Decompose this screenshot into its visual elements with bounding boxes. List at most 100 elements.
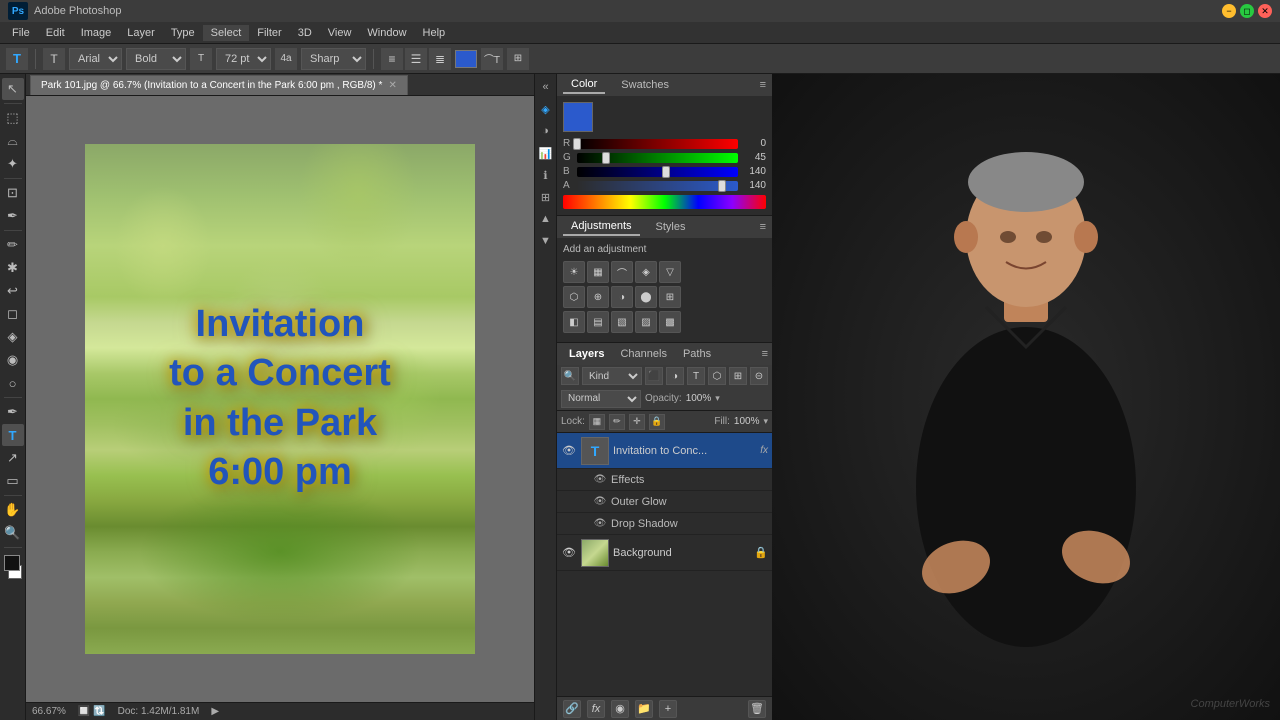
text-layer-visibility[interactable]: 👁 [561,443,577,459]
history-brush-tool[interactable]: ↩ [2,280,24,302]
posterize-icon[interactable]: ▤ [587,311,609,333]
b-slider-thumb[interactable] [662,166,670,178]
adjustments-tab[interactable]: Adjustments [563,218,640,236]
strip-adj-icon[interactable]: ◑ [537,122,555,140]
eraser-tool[interactable]: ◻ [2,303,24,325]
warp-text-icon[interactable]: ⌒T [481,48,503,70]
title-controls[interactable]: − ◻ ✕ [1222,4,1272,18]
strip-nav-icon[interactable]: ⊞ [537,188,555,206]
layers-tab[interactable]: Layers [561,346,612,362]
menu-type[interactable]: Type [163,25,203,41]
layers-panel-menu[interactable]: ≡ [762,348,768,360]
shape-filter-icon[interactable]: ⬡ [708,367,726,385]
lock-transparent-icon[interactable]: ▦ [589,414,605,430]
drop-shadow-item[interactable]: 👁 Drop Shadow [557,513,772,535]
align-right-icon[interactable]: ≣ [429,48,451,70]
zoom-tool[interactable]: 🔍 [2,522,24,544]
menu-3d[interactable]: 3D [290,25,320,41]
magic-wand-tool[interactable]: ✦ [2,153,24,175]
strip-hist-icon[interactable]: 📊 [537,144,555,162]
blur-tool[interactable]: ◉ [2,349,24,371]
path-selection-tool[interactable]: ↗ [2,447,24,469]
move-tool[interactable]: ↖ [2,78,24,100]
vibrance-icon[interactable]: ▽ [659,261,681,283]
align-left-icon[interactable]: ≡ [381,48,403,70]
font-size-select[interactable]: 72 pt [216,48,271,70]
adjustment-filter-icon[interactable]: ◑ [666,367,684,385]
filter-select[interactable]: Kind [582,367,642,385]
drop-shadow-visibility-icon[interactable]: 👁 [593,517,607,531]
character-panel-icon[interactable]: ⊞ [507,48,529,70]
r-slider-thumb[interactable] [573,138,581,150]
color-panel-header[interactable]: Color Swatches ≡ [557,74,772,96]
document-tab[interactable]: Park 101.jpg @ 66.7% (Invitation to a Co… [30,75,408,95]
adj-panel-menu[interactable]: ≡ [760,221,766,233]
advance-arrow[interactable]: ▶ [211,706,219,717]
brush-tool[interactable]: ✏ [2,234,24,256]
clone-stamp-tool[interactable]: ✱ [2,257,24,279]
opacity-arrow[interactable]: ▾ [715,393,720,404]
color-panel-menu[interactable]: ≡ [760,79,766,91]
marquee-tool[interactable]: ⬚ [2,107,24,129]
close-button[interactable]: ✕ [1258,4,1272,18]
lock-paint-icon[interactable]: ✏ [609,414,625,430]
adjustments-panel-header[interactable]: Adjustments Styles ≡ [557,216,772,238]
brightness-icon[interactable]: ☀ [563,261,585,283]
selective-color-icon[interactable]: ▩ [659,311,681,333]
b-slider-track[interactable] [577,167,738,177]
blend-mode-select[interactable]: Normal [561,390,641,408]
levels-icon[interactable]: ▦ [587,261,609,283]
r-slider-track[interactable] [577,139,738,149]
outer-glow-visibility-icon[interactable]: 👁 [593,495,607,509]
color-swatch-large[interactable] [563,102,593,132]
effects-visibility-icon[interactable]: 👁 [593,473,607,487]
dodge-tool[interactable]: ○ [2,372,24,394]
gradient-tool[interactable]: ◈ [2,326,24,348]
background-layer[interactable]: 👁 Background 🔒 [557,535,772,571]
text-color-swatch[interactable] [455,50,477,68]
strip-info-icon[interactable]: ℹ [537,166,555,184]
paths-tab[interactable]: Paths [675,346,719,362]
gradient-map-icon[interactable]: ▨ [635,311,657,333]
lock-all-icon[interactable]: 🔒 [649,414,665,430]
menu-help[interactable]: Help [415,25,454,41]
type-filter-icon[interactable]: T [687,367,705,385]
invert-icon[interactable]: ◧ [563,311,585,333]
maximize-button[interactable]: ◻ [1240,4,1254,18]
strip-top-icon[interactable]: « [537,78,555,96]
tool-presets-icon[interactable]: T [6,48,28,70]
g-slider-track[interactable] [577,153,738,163]
menu-layer[interactable]: Layer [119,25,163,41]
color-tab[interactable]: Color [563,76,605,94]
filter-toggle[interactable]: ⊝ [750,367,768,385]
curves-icon[interactable]: ⌒ [611,261,633,283]
menu-window[interactable]: Window [359,25,414,41]
text-layer-fx[interactable]: fx [760,445,768,456]
filter-icon[interactable]: 🔍 [561,367,579,385]
bg-layer-visibility[interactable]: 👁 [561,545,577,561]
photo-filter-icon[interactable]: ⬤ [635,286,657,308]
delete-layer-button[interactable]: 🗑 [748,700,766,718]
fill-arrow[interactable]: ▾ [763,416,768,427]
color-spectrum[interactable] [563,195,766,209]
minimize-button[interactable]: − [1222,4,1236,18]
status-icons[interactable]: 🔲 🔃 [78,706,106,717]
new-group-button[interactable]: 📁 [635,700,653,718]
crop-tool[interactable]: ⊡ [2,182,24,204]
pixel-filter-icon[interactable]: ⬛ [645,367,663,385]
font-family-select[interactable]: Arial [69,48,122,70]
strip-arrow-up[interactable]: ▲ [537,210,555,228]
align-center-icon[interactable]: ☰ [405,48,427,70]
menu-select[interactable]: Select [203,25,250,41]
smart-filter-icon[interactable]: ⊞ [729,367,747,385]
eyedropper-tool[interactable]: ✒ [2,205,24,227]
exposure-icon[interactable]: ◈ [635,261,657,283]
type-tool[interactable]: T [2,424,24,446]
strip-arrow-down[interactable]: ▼ [537,232,555,250]
styles-tab[interactable]: Styles [648,219,694,235]
menu-image[interactable]: Image [73,25,120,41]
new-layer-button[interactable]: + [659,700,677,718]
hand-tool[interactable]: ✋ [2,499,24,521]
hue-sat-icon[interactable]: ⬡ [563,286,585,308]
channel-mixer-icon[interactable]: ⊞ [659,286,681,308]
